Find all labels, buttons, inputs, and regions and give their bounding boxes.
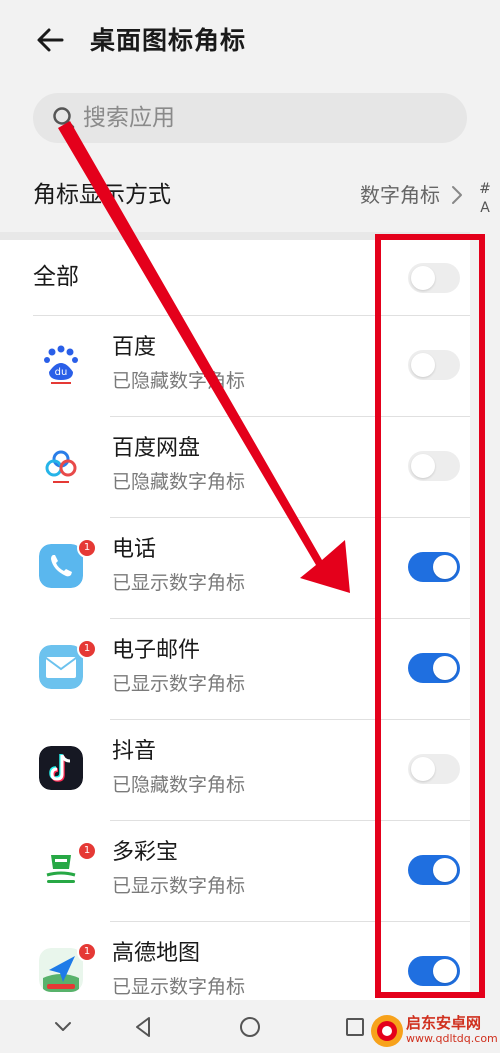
watermark-url: www.qdltdq.com	[406, 1032, 498, 1045]
app-status: 已隐藏数字角标	[112, 471, 246, 493]
app-name: 电子邮件	[112, 638, 201, 663]
back-triangle-icon[interactable]	[128, 1012, 158, 1042]
app-status: 已显示数字角标	[112, 572, 246, 594]
search-icon	[53, 107, 75, 129]
chevron-right-icon	[452, 186, 462, 204]
notification-badge: 1	[77, 639, 97, 659]
app-name: 百度	[112, 335, 157, 360]
watermark: 启东安卓网 www.qdltdq.com	[370, 1012, 500, 1050]
alphabet-index[interactable]: # A	[474, 180, 496, 218]
app-status: 已显示数字角标	[112, 875, 246, 897]
app-status: 已隐藏数字角标	[112, 774, 246, 796]
badge-mode-row[interactable]: 角标显示方式 数字角标	[0, 160, 470, 230]
watermark-logo	[371, 1015, 403, 1047]
index-letter[interactable]: A	[474, 199, 496, 218]
app-status: 已显示数字角标	[112, 673, 246, 695]
annotation-highlight-box	[375, 234, 485, 998]
svg-text:du: du	[55, 367, 68, 378]
header: 桌面图标角标	[0, 0, 500, 82]
page-title: 桌面图标角标	[90, 26, 247, 55]
baidu-icon: du	[39, 342, 83, 386]
app-name: 高德地图	[112, 941, 201, 966]
app-name: 抖音	[112, 739, 157, 764]
back-arrow-icon[interactable]	[32, 22, 68, 58]
app-name: 多彩宝	[112, 840, 179, 865]
home-circle-icon[interactable]	[235, 1012, 265, 1042]
index-letter[interactable]: #	[474, 180, 496, 199]
badge-mode-label: 角标显示方式	[33, 182, 171, 208]
app-status: 已隐藏数字角标	[112, 370, 246, 392]
recents-square-icon[interactable]	[340, 1012, 370, 1042]
search-input[interactable]: 搜索应用	[33, 93, 467, 143]
notification-badge: 1	[77, 841, 97, 861]
notification-badge: 1	[77, 942, 97, 962]
app-name: 电话	[112, 537, 157, 562]
chevron-down-icon[interactable]	[48, 1012, 78, 1042]
all-apps-label: 全部	[33, 264, 79, 290]
app-name: 百度网盘	[112, 436, 201, 461]
baidu-netdisk-icon	[39, 443, 83, 487]
search-placeholder: 搜索应用	[83, 105, 175, 131]
app-status: 已显示数字角标	[112, 976, 246, 998]
notification-badge: 1	[77, 538, 97, 558]
watermark-name: 启东安卓网	[406, 1014, 482, 1032]
douyin-icon	[39, 746, 83, 790]
badge-mode-value: 数字角标	[360, 183, 440, 207]
